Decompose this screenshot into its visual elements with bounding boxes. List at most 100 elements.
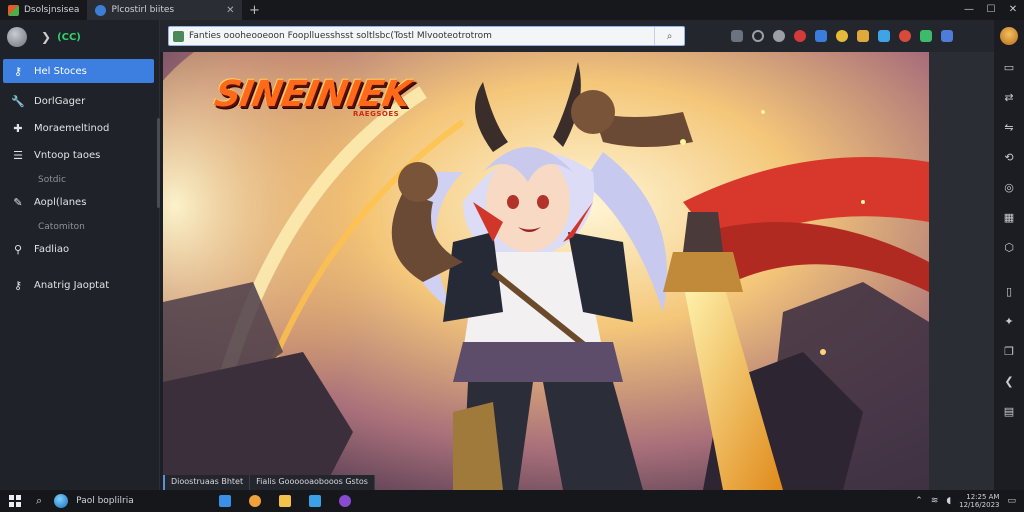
bug-icon[interactable] — [794, 30, 806, 42]
key-icon: ⚷ — [13, 278, 23, 292]
sidebar-subitem-sotdic[interactable]: Sotdic — [0, 170, 159, 190]
window-tab-2-label: Plcostirl biites — [111, 5, 175, 15]
app-icon — [339, 495, 351, 507]
copy-icon[interactable]: ❐ — [994, 345, 1024, 375]
cube-icon[interactable]: ⬡ — [994, 241, 1024, 271]
sidebar-scrollbar[interactable] — [157, 118, 160, 208]
blob-icon[interactable] — [941, 30, 953, 42]
sidebar-item-label: Aopl(lanes — [34, 196, 87, 208]
close-window-button[interactable]: ✕ — [1002, 0, 1024, 20]
search-icon: ⌕ — [36, 494, 43, 507]
task-view-button[interactable] — [210, 490, 240, 512]
window-tab-1[interactable]: Dsolsjnsisea — [0, 0, 87, 20]
wrench-icon: 🔧 — [11, 94, 25, 108]
window-controls: — ☐ ✕ — [958, 0, 1024, 20]
arrows-icon[interactable]: ⇄ — [994, 91, 1024, 121]
wifi-icon[interactable]: ≋ — [931, 496, 939, 506]
sidebar-item-label: Moraemeltinod — [34, 122, 110, 134]
system-tray: ⌃ ≋ ◖ 12:25 AM 12/16/2023 ▭ — [915, 493, 1024, 509]
bracket-icon[interactable]: ▯ — [994, 285, 1024, 315]
taskbar-search[interactable]: ⌕ Paol boplilria — [30, 490, 180, 512]
gear-icon[interactable] — [773, 30, 785, 42]
swap-icon[interactable]: ⇋ — [994, 121, 1024, 151]
window-tab-strip: Dsolsjnsisea Plcostirl biites ✕ + — ☐ ✕ — [0, 0, 1024, 20]
maximize-button[interactable]: ☐ — [980, 0, 1002, 20]
taskbar-store[interactable] — [300, 490, 330, 512]
sidebar-item-label: Anatrig Jaoptat — [34, 279, 110, 291]
browser-icon — [249, 495, 261, 507]
clock-date: 12/16/2023 — [959, 501, 1000, 509]
taskbar-search-label: Paol boplilria — [76, 496, 134, 506]
speaker-icon[interactable]: ◖ — [946, 496, 951, 506]
web-page-content[interactable]: SINEINIEK RAEGSOES — [163, 52, 929, 490]
leaf-icon[interactable] — [920, 30, 932, 42]
window-icon[interactable]: ▭ — [994, 61, 1024, 91]
puzzle-icon[interactable] — [878, 30, 890, 42]
grid-icon[interactable]: ▦ — [994, 211, 1024, 241]
chevron-right-icon[interactable]: ❯ — [41, 30, 51, 44]
window-tab-2[interactable]: Plcostirl biites ✕ — [87, 0, 243, 20]
sidebar-item-label: Fadliao — [34, 243, 70, 255]
folder-icon[interactable] — [857, 30, 869, 42]
sidebar-item-label: Vntoop taoes — [34, 149, 101, 161]
sidebar-item-hel-stoces[interactable]: ⚷ Hel Stoces — [3, 59, 154, 83]
browser-icon — [95, 4, 107, 16]
status-strip-left[interactable]: Dioostruaas Bhtet — [163, 475, 251, 490]
compass-icon[interactable]: ◎ — [994, 181, 1024, 211]
sidebar-item-fadliao[interactable]: ⚲ Fadliao — [3, 237, 154, 261]
sidebar-item-label: DorlGager — [34, 95, 86, 107]
minimize-button[interactable]: — — [958, 0, 980, 20]
panel-icon[interactable]: ▤ — [994, 405, 1024, 435]
page-gutter — [929, 52, 994, 490]
coin-icon[interactable] — [836, 30, 848, 42]
game-logo[interactable]: SINEINIEK — [211, 74, 413, 115]
taskbar: ⌕ Paol boplilria ⌃ ≋ ◖ 12:25 AM 12/16/20… — [0, 490, 1024, 512]
camera-icon[interactable] — [731, 30, 743, 42]
sidebar-item-aopl-lanes[interactable]: ✎ Aopl(lanes — [3, 190, 154, 214]
task-view-icon — [219, 495, 231, 507]
sidebar-subitem-catomiton[interactable]: Catomiton — [0, 217, 159, 237]
close-tab-icon[interactable]: ✕ — [226, 5, 234, 16]
sidebar-item-label: Hel Stoces — [34, 65, 87, 77]
profile-avatar[interactable] — [1000, 27, 1018, 45]
chevron-icon[interactable]: ❮ — [994, 375, 1024, 405]
address-bar-url[interactable]: Fanties oooheooeoon Fooplluesshsst soltl… — [189, 31, 654, 41]
refresh-icon[interactable]: ⟲ — [994, 151, 1024, 181]
ring-icon[interactable] — [752, 30, 764, 42]
folder-icon — [279, 495, 291, 507]
start-button[interactable] — [0, 492, 30, 511]
taskbar-explorer[interactable] — [270, 490, 300, 512]
list-icon: ☰ — [13, 148, 23, 162]
shield-icon[interactable] — [815, 30, 827, 42]
new-tab-button[interactable]: + — [242, 3, 266, 18]
sidebar-item-dorlgager[interactable]: 🔧 DorlGager — [3, 89, 154, 113]
clock[interactable]: 12:25 AM 12/16/2023 — [959, 493, 999, 509]
search-icon[interactable]: ⌕ — [654, 27, 684, 45]
status-strip-right[interactable]: Fialis Goooooaobooos Gstos — [250, 475, 375, 490]
sparkle-icon[interactable]: ✦ — [994, 315, 1024, 345]
notification-icon[interactable]: ▭ — [1007, 496, 1016, 506]
clock-time: 12:25 AM — [966, 493, 1000, 501]
record-icon[interactable] — [899, 30, 911, 42]
right-rail: ▭ ⇄ ⇋ ⟲ ◎ ▦ ⬡ ▯ ✦ ❐ ❮ ▤ — [994, 20, 1024, 490]
game-artwork — [163, 52, 929, 490]
app-tile-icon — [8, 4, 19, 16]
avatar[interactable] — [7, 27, 27, 47]
browser-toolbar: Fanties oooheooeoon Fooplluesshsst soltl… — [160, 20, 994, 52]
chevron-up-icon[interactable]: ⌃ — [915, 496, 923, 506]
store-icon — [309, 495, 321, 507]
sidebar-item-vntoop-taoes[interactable]: ☰ Vntoop taoes — [3, 143, 154, 167]
status-strip: Dioostruaas Bhtet Fialis Goooooaobooos G… — [163, 475, 375, 490]
game-logo-subtitle: RAEGSOES — [353, 110, 400, 118]
sidebar-item-anatrig-jaoptat[interactable]: ⚷ Anatrig Jaoptat — [3, 273, 154, 297]
address-bar[interactable]: Fanties oooheooeoon Fooplluesshsst soltl… — [168, 26, 685, 46]
sidebar-status-text: (CC) — [57, 31, 81, 43]
sidebar-header: ❯ (CC) — [0, 20, 159, 54]
extension-bar — [731, 30, 953, 42]
taskbar-browser[interactable] — [240, 490, 270, 512]
location-pin-icon: ⚲ — [13, 242, 23, 256]
taskbar-app[interactable] — [330, 490, 360, 512]
brush-icon: ✎ — [13, 195, 23, 209]
sidebar-item-moraemeltinod[interactable]: ✚ Moraemeltinod — [3, 116, 154, 140]
key-icon: ⚷ — [13, 64, 23, 78]
